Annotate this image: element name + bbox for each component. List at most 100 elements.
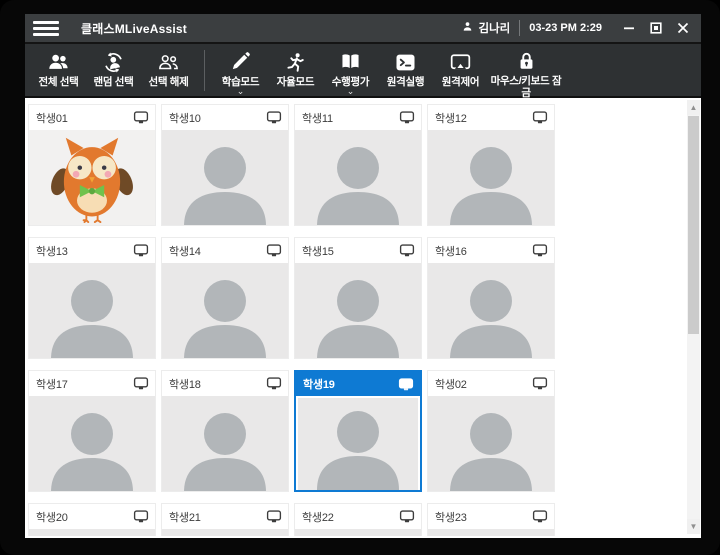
- user-name: 김나리: [478, 20, 510, 36]
- toolbar-button-label: 자율모드: [277, 76, 314, 88]
- student-name: 학생02: [435, 376, 467, 392]
- student-name: 학생12: [435, 110, 467, 126]
- student-tile-header: 학생20: [29, 504, 155, 529]
- student-avatar: [162, 396, 288, 492]
- student-tile-3[interactable]: 학생11: [294, 104, 422, 226]
- student-name: 학생01: [36, 110, 68, 126]
- chevron-down-icon: ⌄: [347, 88, 355, 95]
- open-book-icon: [338, 50, 363, 74]
- scroll-down-icon[interactable]: ▼: [687, 519, 700, 534]
- toolbar-button-remote-execute[interactable]: 원격실행: [378, 47, 433, 95]
- student-name: 학생22: [302, 509, 334, 525]
- student-tile-4[interactable]: 학생12: [427, 104, 555, 226]
- minimize-button[interactable]: [619, 18, 639, 38]
- student-tile-header: 학생14: [162, 238, 288, 263]
- student-name: 학생15: [302, 243, 334, 259]
- scroll-up-icon[interactable]: ▲: [687, 100, 700, 115]
- student-avatar: [29, 529, 155, 536]
- scrollbar-thumb[interactable]: [688, 116, 699, 334]
- student-tile-header: 학생13: [29, 238, 155, 263]
- toolbar-button-label: 랜덤 선택: [93, 76, 133, 88]
- monitor-icon: [532, 111, 548, 124]
- pencil-icon: [228, 50, 253, 74]
- student-tile-12[interactable]: 학생02: [427, 370, 555, 492]
- student-tile-11[interactable]: 학생19: [294, 370, 422, 492]
- student-tile-header: 학생02: [428, 371, 554, 396]
- student-tile-header: 학생15: [295, 238, 421, 263]
- toolbar-group-divider: [204, 50, 205, 91]
- student-name: 학생14: [169, 243, 201, 259]
- toolbar-button-performance-assessment[interactable]: 수행평가⌄: [323, 47, 378, 95]
- student-name: 학생10: [169, 110, 201, 126]
- toolbar-button-free-mode[interactable]: 자율모드: [268, 47, 323, 95]
- student-avatar: [295, 263, 421, 359]
- person-icon: [461, 20, 474, 36]
- student-tile-header: 학생18: [162, 371, 288, 396]
- student-tile-1[interactable]: 학생01: [28, 104, 156, 226]
- student-grid-area: 학생01 학생10 학생11 학생12: [25, 98, 701, 536]
- close-button[interactable]: [673, 18, 693, 38]
- toolbar: 전체 선택 랜덤 선택 선택 해제 학습모드⌄ 자율모드 수행평가⌄ 원격실행 …: [25, 44, 701, 98]
- student-tile-header: 학생23: [428, 504, 554, 529]
- toolbar-button-learning-mode[interactable]: 학습모드⌄: [213, 47, 268, 95]
- people-filled-icon: [46, 50, 71, 74]
- monitor-icon: [532, 244, 548, 257]
- toolbar-button-deselect[interactable]: 선택 해제: [141, 47, 196, 95]
- student-avatar: [29, 263, 155, 359]
- student-tile-15[interactable]: 학생22: [294, 503, 422, 536]
- monitor-icon: [399, 244, 415, 257]
- student-tile-header: 학생12: [428, 105, 554, 130]
- monitor-icon: [399, 111, 415, 124]
- toolbar-button-mouse-keyboard-lock[interactable]: 마우스/키보드 잠금: [488, 47, 564, 95]
- student-avatar: [428, 529, 554, 536]
- student-tile-9[interactable]: 학생17: [28, 370, 156, 492]
- student-name: 학생16: [435, 243, 467, 259]
- student-tile-header: 학생11: [295, 105, 421, 130]
- user-account[interactable]: 김나리: [461, 20, 510, 36]
- student-tile-7[interactable]: 학생15: [294, 237, 422, 359]
- student-tile-header: 학생16: [428, 238, 554, 263]
- display-cast-icon: [448, 50, 473, 74]
- student-tile-header: 학생10: [162, 105, 288, 130]
- student-name: 학생17: [36, 376, 68, 392]
- student-tile-header: 학생21: [162, 504, 288, 529]
- student-name: 학생20: [36, 509, 68, 525]
- student-tile-2[interactable]: 학생10: [161, 104, 289, 226]
- maximize-button[interactable]: [646, 18, 666, 38]
- student-name: 학생13: [36, 243, 68, 259]
- people-outline-icon: [156, 50, 181, 74]
- titlebar-divider: [519, 20, 520, 36]
- monitor-icon: [133, 510, 149, 523]
- student-tile-header: 학생17: [29, 371, 155, 396]
- screen-background: 클래스MLiveAssist 김나리 03-23 PM 2:29: [0, 0, 720, 555]
- student-tile-5[interactable]: 학생13: [28, 237, 156, 359]
- student-avatar: [428, 396, 554, 492]
- menu-icon[interactable]: [33, 18, 59, 38]
- toolbar-button-label: 전체 선택: [38, 76, 78, 88]
- student-tile-10[interactable]: 학생18: [161, 370, 289, 492]
- student-tile-8[interactable]: 학생16: [427, 237, 555, 359]
- student-tile-6[interactable]: 학생14: [161, 237, 289, 359]
- student-avatar: [298, 398, 418, 490]
- app-window: 클래스MLiveAssist 김나리 03-23 PM 2:29: [25, 14, 701, 538]
- student-avatar: [29, 396, 155, 492]
- scrollbar[interactable]: ▲ ▼: [687, 100, 700, 534]
- monitor-icon: [266, 111, 282, 124]
- monitor-icon: [532, 510, 548, 523]
- student-name: 학생18: [169, 376, 201, 392]
- monitor-icon: [398, 378, 414, 391]
- toolbar-button-remote-control[interactable]: 원격제어: [433, 47, 488, 95]
- student-tile-16[interactable]: 학생23: [427, 503, 555, 536]
- student-tile-14[interactable]: 학생21: [161, 503, 289, 536]
- student-avatar: [428, 263, 554, 359]
- student-tile-header: 학생19: [296, 372, 420, 396]
- student-avatar: [162, 130, 288, 226]
- student-name: 학생23: [435, 509, 467, 525]
- toolbar-button-label: 원격실행: [387, 76, 424, 88]
- student-avatar: [162, 263, 288, 359]
- student-tile-13[interactable]: 학생20: [28, 503, 156, 536]
- monitor-icon: [399, 510, 415, 523]
- toolbar-button-select-all[interactable]: 전체 선택: [31, 47, 86, 95]
- titlebar: 클래스MLiveAssist 김나리 03-23 PM 2:29: [25, 14, 701, 44]
- toolbar-button-random-select[interactable]: 랜덤 선택: [86, 47, 141, 95]
